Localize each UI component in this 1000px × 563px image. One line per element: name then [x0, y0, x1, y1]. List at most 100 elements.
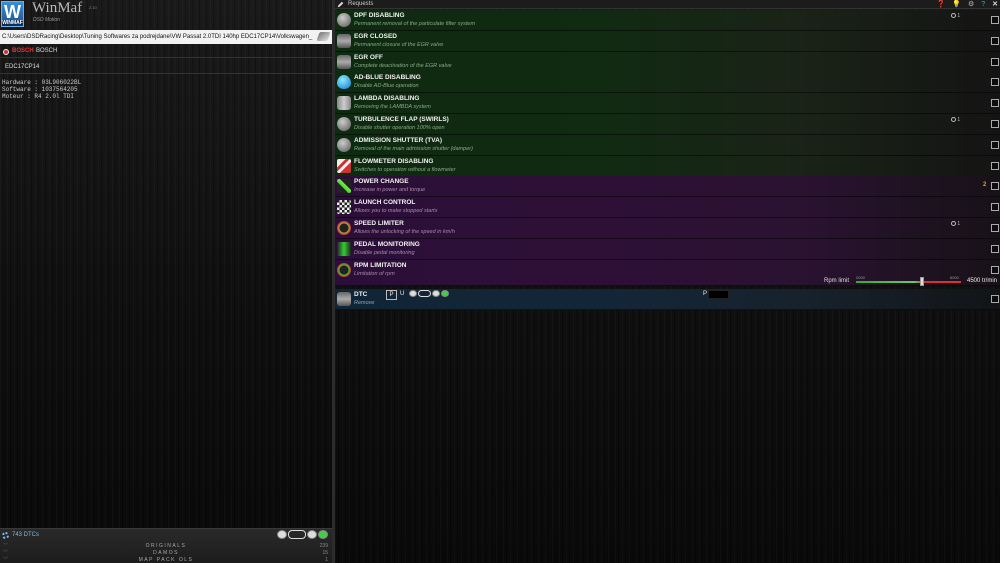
- rpm-slider-track[interactable]: [856, 280, 961, 283]
- request-row-dpf-disabling[interactable]: DPF DISABLING Permanent removal of the pa…: [335, 10, 1000, 31]
- request-title: RPM LIMITATION: [354, 261, 407, 269]
- request-checkbox[interactable]: [991, 57, 999, 66]
- request-row-ad-blue-disabling[interactable]: AD-BLUE DISABLING Disable AD-Blue operati…: [335, 72, 1000, 94]
- request-desc: Removal of the main admission shutter (d…: [354, 145, 473, 152]
- request-row-rpm-limitation[interactable]: RPM LIMITATION Limitation of rpm Rpm limit…: [335, 259, 1000, 286]
- vw-logo-icon[interactable]: [277, 530, 287, 539]
- speedometer-icon: [337, 221, 351, 235]
- footer-row-damos[interactable]: ︾ DAMOS 15: [0, 550, 332, 557]
- swirl-flap-icon: [337, 117, 351, 131]
- dtc-count[interactable]: 743 DTCs: [12, 532, 39, 538]
- request-desc: Increase in power and torque: [354, 187, 426, 194]
- rpm-value: 4500 tr/min: [967, 277, 998, 284]
- request-checkbox[interactable]: [991, 36, 999, 45]
- footer-row-mappack[interactable]: ︾ MAP PACK OLS 1: [0, 557, 332, 563]
- file-path-field[interactable]: C:\Users\DSDRacing\Desktop\Tuning Softwa…: [0, 30, 332, 44]
- request-checkbox[interactable]: [991, 120, 999, 128]
- bosch-dot-icon: [3, 49, 9, 55]
- request-row-power-change[interactable]: POWER CHANGE Increase in power and torque…: [335, 176, 1000, 198]
- request-row-turbulence-flap-swirls[interactable]: TURBULENCE FLAP (SWIRLS) Disable shutter …: [335, 114, 1000, 135]
- info-icon[interactable]: ?: [981, 0, 985, 9]
- request-desc: Limitation of rpm: [354, 270, 395, 277]
- request-title: DTC: [354, 291, 368, 298]
- request-title: ADMISSION SHUTTER (TVA): [354, 136, 442, 144]
- skoda-logo-icon[interactable]: [441, 290, 449, 297]
- ecu-info: Hardware : 03L906022BL Software : 103756…: [2, 79, 81, 100]
- rpm-gauge-icon: [337, 262, 351, 277]
- request-desc: Removing the LAMBDA system: [354, 104, 431, 111]
- manufacturer-row[interactable]: BOSCH BOSCH: [0, 46, 332, 58]
- request-row-lambda-disabling[interactable]: LAMBDA DISABLING Removing the LAMBDA syst…: [335, 93, 1000, 115]
- request-row-dtc[interactable]: DTC Remove P U P: [335, 289, 1000, 310]
- option-indicator[interactable]: 1: [951, 13, 960, 19]
- dtc-code-prefix: P: [703, 291, 708, 297]
- request-desc: Disable AD-Blue operation: [354, 83, 419, 90]
- dpf-icon: [337, 13, 351, 27]
- request-checkbox[interactable]: [991, 182, 999, 191]
- close-icon[interactable]: ✕: [992, 0, 998, 9]
- help-icon[interactable]: ❓: [937, 0, 946, 9]
- request-checkbox[interactable]: [991, 140, 999, 149]
- request-row-pedal-monitoring[interactable]: PEDAL MONITORING Disable pedal monitoring: [335, 238, 1000, 260]
- request-desc: Allows you to make stopped starts: [354, 208, 438, 215]
- dtc-p-button[interactable]: P: [386, 290, 397, 300]
- request-checkbox[interactable]: [991, 99, 999, 108]
- info-software: Software : 1037564205: [2, 86, 78, 93]
- request-title: AD-BLUE DISABLING: [354, 74, 421, 82]
- audi-logo-icon[interactable]: [418, 290, 431, 297]
- option-indicator[interactable]: 1: [951, 221, 960, 227]
- request-count: 2: [983, 182, 987, 189]
- dtc-code-input[interactable]: [708, 290, 729, 299]
- request-row-admission-shutter-tva[interactable]: ADMISSION SHUTTER (TVA) Removal of the ma…: [335, 134, 1000, 156]
- request-checkbox[interactable]: [991, 244, 999, 253]
- option-value: 1: [957, 117, 961, 123]
- footer-row-label: DAMOS: [153, 550, 179, 556]
- logo-sub: WINMAF: [2, 20, 23, 26]
- skoda-logo-icon[interactable]: [318, 530, 328, 539]
- lightbulb-icon[interactable]: 💡: [952, 0, 961, 9]
- option-indicator[interactable]: 1: [951, 117, 960, 123]
- request-checkbox[interactable]: [991, 161, 999, 170]
- seat-logo-icon[interactable]: [432, 290, 440, 297]
- request-title: EGR CLOSED: [354, 32, 397, 40]
- audi-logo-icon[interactable]: [288, 530, 306, 539]
- radio-icon: [951, 221, 956, 227]
- seat-logo-icon[interactable]: [307, 530, 317, 539]
- request-row-flowmeter-disabling[interactable]: FLOWMETER DISABLING Switches to operation…: [335, 155, 1000, 177]
- request-title: LAMBDA DISABLING: [354, 95, 420, 103]
- footer-row-label: MAP PACK OLS: [138, 557, 194, 563]
- request-title: PEDAL MONITORING: [354, 240, 420, 248]
- request-checkbox[interactable]: [991, 78, 999, 87]
- ecu-row[interactable]: EDC17CP14: [0, 62, 332, 74]
- request-checkbox[interactable]: [991, 203, 999, 212]
- rpm-slider-thumb[interactable]: [919, 276, 924, 286]
- request-title: FLOWMETER DISABLING: [354, 157, 434, 165]
- logo-letter: W: [4, 2, 21, 22]
- settings-icon[interactable]: ⚙: [968, 0, 974, 9]
- pedal-wave-icon: [337, 241, 351, 256]
- request-checkbox[interactable]: [991, 16, 999, 24]
- request-checkbox[interactable]: [991, 265, 999, 274]
- rpm-limit-label: Rpm limit: [824, 277, 849, 284]
- requests-panel: Requests ❓ 💡 ⚙ ? ✕ DPF DISABLING Permanen…: [335, 0, 1000, 563]
- request-checkbox[interactable]: [991, 224, 999, 232]
- footer-row-originals[interactable]: ︾ ORIGINALS 239: [0, 543, 332, 550]
- request-title: EGR OFF: [354, 53, 383, 61]
- vw-logo-icon[interactable]: [409, 290, 417, 297]
- requests-title: Requests: [348, 1, 374, 7]
- chevron-icon: ︾: [3, 557, 9, 563]
- dtc-u-button[interactable]: U: [400, 291, 404, 297]
- request-title: TURBULENCE FLAP (SWIRLS): [354, 116, 449, 123]
- request-desc: Permanent removal of the particulate fil…: [354, 21, 476, 27]
- request-row-egr-closed[interactable]: EGR CLOSED Permanent closure of the EGR v…: [335, 30, 1000, 52]
- request-row-speed-limiter[interactable]: SPEED LIMITER Allows the unlocking of the…: [335, 218, 1000, 239]
- brand-icons: [277, 530, 328, 539]
- top-icons: ❓ 💡 ⚙ ? ✕: [937, 0, 999, 9]
- requests-header: Requests ❓ 💡 ⚙ ? ✕: [335, 0, 1000, 9]
- request-row-launch-control[interactable]: LAUNCH CONTROL Allows you to make stopped…: [335, 197, 1000, 219]
- request-title: DPF DISABLING: [354, 12, 405, 19]
- request-row-egr-off[interactable]: EGR OFF Complete deactivation of the EGR …: [335, 51, 1000, 73]
- option-value: 1: [957, 221, 961, 227]
- request-checkbox[interactable]: [991, 295, 999, 303]
- manufacturer-name: BOSCH: [36, 48, 58, 54]
